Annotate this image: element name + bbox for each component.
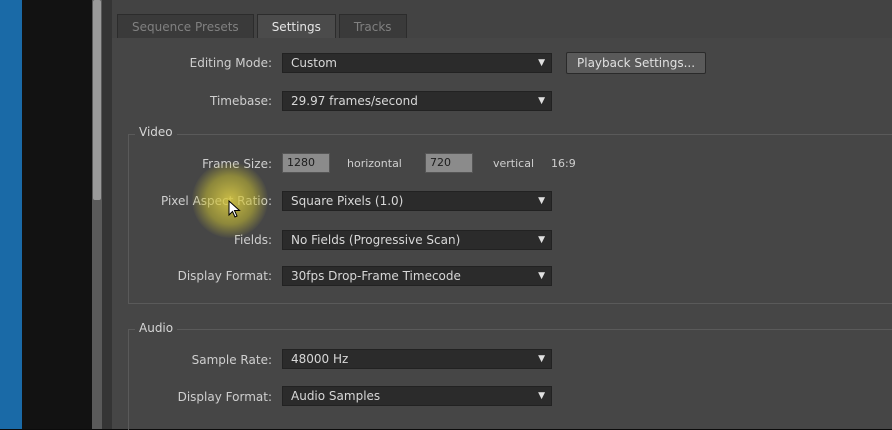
video-group-title: Video bbox=[135, 125, 177, 139]
editing-mode-label: Editing Mode: bbox=[189, 56, 272, 70]
timebase-dropdown[interactable]: 29.97 frames/second ▼ bbox=[282, 91, 552, 111]
timebase-value: 29.97 frames/second bbox=[291, 94, 418, 108]
dropdown-arrow-icon: ▼ bbox=[538, 58, 545, 68]
timebase-label: Timebase: bbox=[209, 94, 272, 108]
audio-display-format-label: Display Format: bbox=[177, 390, 272, 404]
aspect-ratio-label: 16:9 bbox=[551, 157, 576, 170]
mouse-cursor-icon bbox=[228, 200, 241, 218]
sample-rate-dropdown[interactable]: 48000 Hz ▼ bbox=[282, 349, 552, 369]
audio-group bbox=[128, 329, 892, 430]
video-display-format-dropdown[interactable]: 30fps Drop-Frame Timecode ▼ bbox=[282, 266, 552, 286]
video-display-format-value: 30fps Drop-Frame Timecode bbox=[291, 269, 461, 283]
sample-rate-label: Sample Rate: bbox=[191, 353, 272, 367]
pixel-aspect-ratio-value: Square Pixels (1.0) bbox=[291, 194, 404, 208]
dropdown-arrow-icon: ▼ bbox=[538, 196, 545, 206]
dropdown-arrow-icon: ▼ bbox=[538, 235, 545, 245]
audio-display-format-value: Audio Samples bbox=[291, 389, 381, 403]
audio-display-format-dropdown[interactable]: Audio Samples ▼ bbox=[282, 386, 552, 406]
audio-group-title: Audio bbox=[135, 321, 178, 335]
dropdown-arrow-icon: ▼ bbox=[538, 271, 545, 281]
tab-tracks[interactable]: Tracks bbox=[338, 14, 407, 38]
window-edge bbox=[0, 0, 22, 429]
editing-mode-value: Custom bbox=[291, 56, 337, 70]
dropdown-arrow-icon: ▼ bbox=[538, 391, 545, 401]
video-display-format-label: Display Format: bbox=[177, 269, 272, 283]
fields-value: No Fields (Progressive Scan) bbox=[291, 233, 461, 247]
pixel-aspect-ratio-dropdown[interactable]: Square Pixels (1.0) ▼ bbox=[282, 191, 552, 211]
tab-bar: Sequence Presets Settings Tracks bbox=[117, 14, 410, 38]
playback-settings-button[interactable]: Playback Settings... bbox=[566, 52, 707, 74]
left-panel bbox=[22, 0, 92, 429]
horizontal-label: horizontal bbox=[347, 157, 402, 170]
fields-dropdown[interactable]: No Fields (Progressive Scan) ▼ bbox=[282, 230, 552, 250]
vertical-label: vertical bbox=[493, 157, 535, 170]
fields-label: Fields: bbox=[234, 233, 272, 247]
frame-height-input[interactable]: 720 bbox=[425, 153, 473, 173]
tab-settings[interactable]: Settings bbox=[256, 14, 336, 38]
scrollbar-thumb[interactable] bbox=[93, 0, 101, 200]
tab-sequence-presets[interactable]: Sequence Presets bbox=[117, 14, 254, 38]
frame-width-input[interactable]: 1280 bbox=[282, 153, 330, 173]
editing-mode-dropdown[interactable]: Custom ▼ bbox=[282, 53, 552, 73]
scrollbar[interactable] bbox=[92, 0, 102, 429]
dropdown-arrow-icon: ▼ bbox=[538, 96, 545, 106]
sample-rate-value: 48000 Hz bbox=[291, 352, 349, 366]
dropdown-arrow-icon: ▼ bbox=[538, 354, 545, 364]
